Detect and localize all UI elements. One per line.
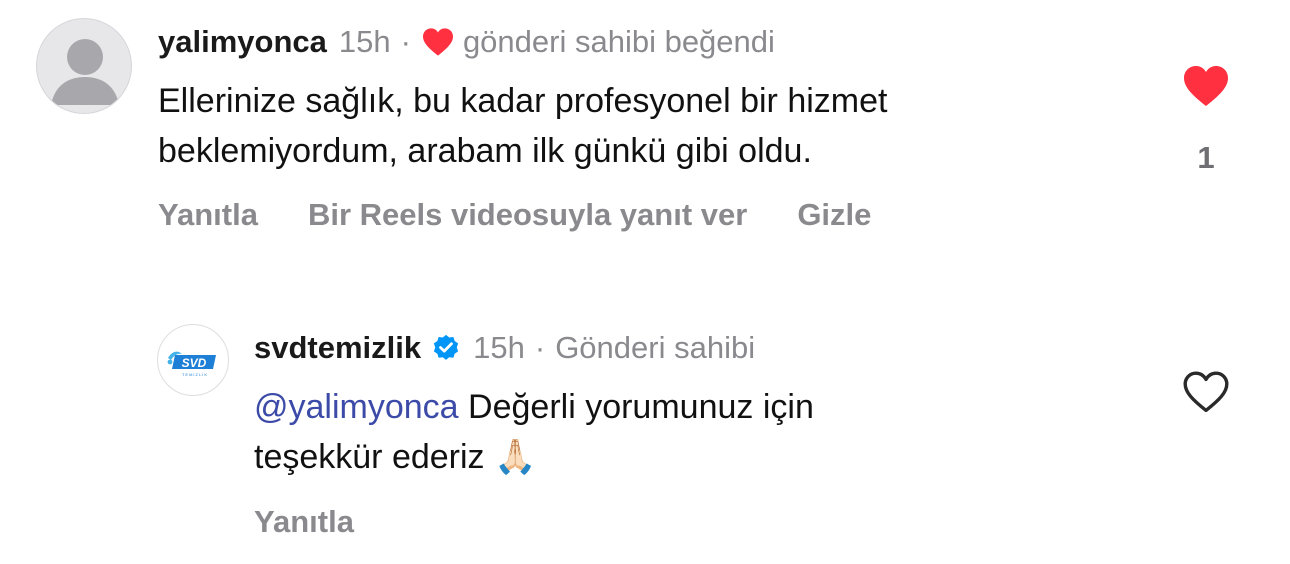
comment-text-segment: teşekkür ederiz (254, 438, 485, 476)
praying-hands-emoji: 🙏🏻 (494, 438, 537, 476)
comment-text-line: beklemiyordum, arabam ilk günkü gibi old… (158, 132, 812, 170)
username[interactable]: svdtemizlik (254, 328, 421, 368)
comment-text: Ellerinize sağlık, bu kadar profesyonel … (158, 76, 887, 176)
avatar[interactable] (36, 18, 132, 114)
comment-meta: yalimyonca 15h · gönderi sahibi beğendi (158, 22, 775, 62)
separator: · (400, 24, 411, 59)
like-column (1171, 370, 1241, 414)
svg-text:SVD: SVD (182, 356, 207, 370)
separator: · (534, 330, 546, 365)
svg-text:TEMİZLİK: TEMİZLİK (182, 372, 208, 377)
username[interactable]: yalimyonca (158, 22, 327, 62)
svd-logo-icon: SVD TEMİZLİK (167, 351, 216, 377)
comment-meta: svdtemizlik 15h · Gönderi sahibi (254, 328, 755, 368)
heart-filled-icon (1184, 66, 1228, 106)
heart-outline-icon (1183, 371, 1229, 413)
like-button[interactable] (1182, 370, 1230, 414)
timestamp: 15h (338, 24, 391, 59)
liked-by-owner-label: gönderi sahibi beğendi (462, 24, 775, 59)
reply-button[interactable]: Yanıtla (158, 197, 258, 233)
owner-label: Gönderi sahibi (555, 330, 756, 365)
comment-actions: Yanıtla (254, 504, 404, 540)
avatar[interactable]: SVD TEMİZLİK (157, 324, 229, 396)
comment-actions: Yanıtla Bir Reels videosuyla yanıt ver G… (158, 197, 921, 233)
like-count[interactable]: 1 (1197, 140, 1214, 176)
comment-text: @yalimyonca Değerli yorumunuz için teşek… (254, 382, 814, 482)
comment-text-line: teşekkür ederiz 🙏🏻 (254, 432, 814, 482)
like-column: 1 (1171, 64, 1241, 176)
default-avatar-icon (51, 39, 119, 105)
like-button[interactable] (1182, 64, 1230, 108)
reply-button[interactable]: Yanıtla (254, 504, 354, 540)
heart-icon (421, 27, 455, 57)
mention-link[interactable]: @yalimyonca (254, 388, 459, 426)
timestamp: 15h (473, 330, 525, 365)
hide-button[interactable]: Gizle (797, 197, 871, 233)
comment-text-line: Ellerinize sağlık, bu kadar profesyonel … (158, 82, 888, 120)
comment-text-line: @yalimyonca Değerli yorumunuz için (254, 382, 814, 432)
comment-text-segment: Değerli yorumunuz için (458, 388, 814, 426)
reels-reply-button[interactable]: Bir Reels videosuyla yanıt ver (308, 197, 747, 233)
verified-badge-icon (431, 333, 461, 363)
